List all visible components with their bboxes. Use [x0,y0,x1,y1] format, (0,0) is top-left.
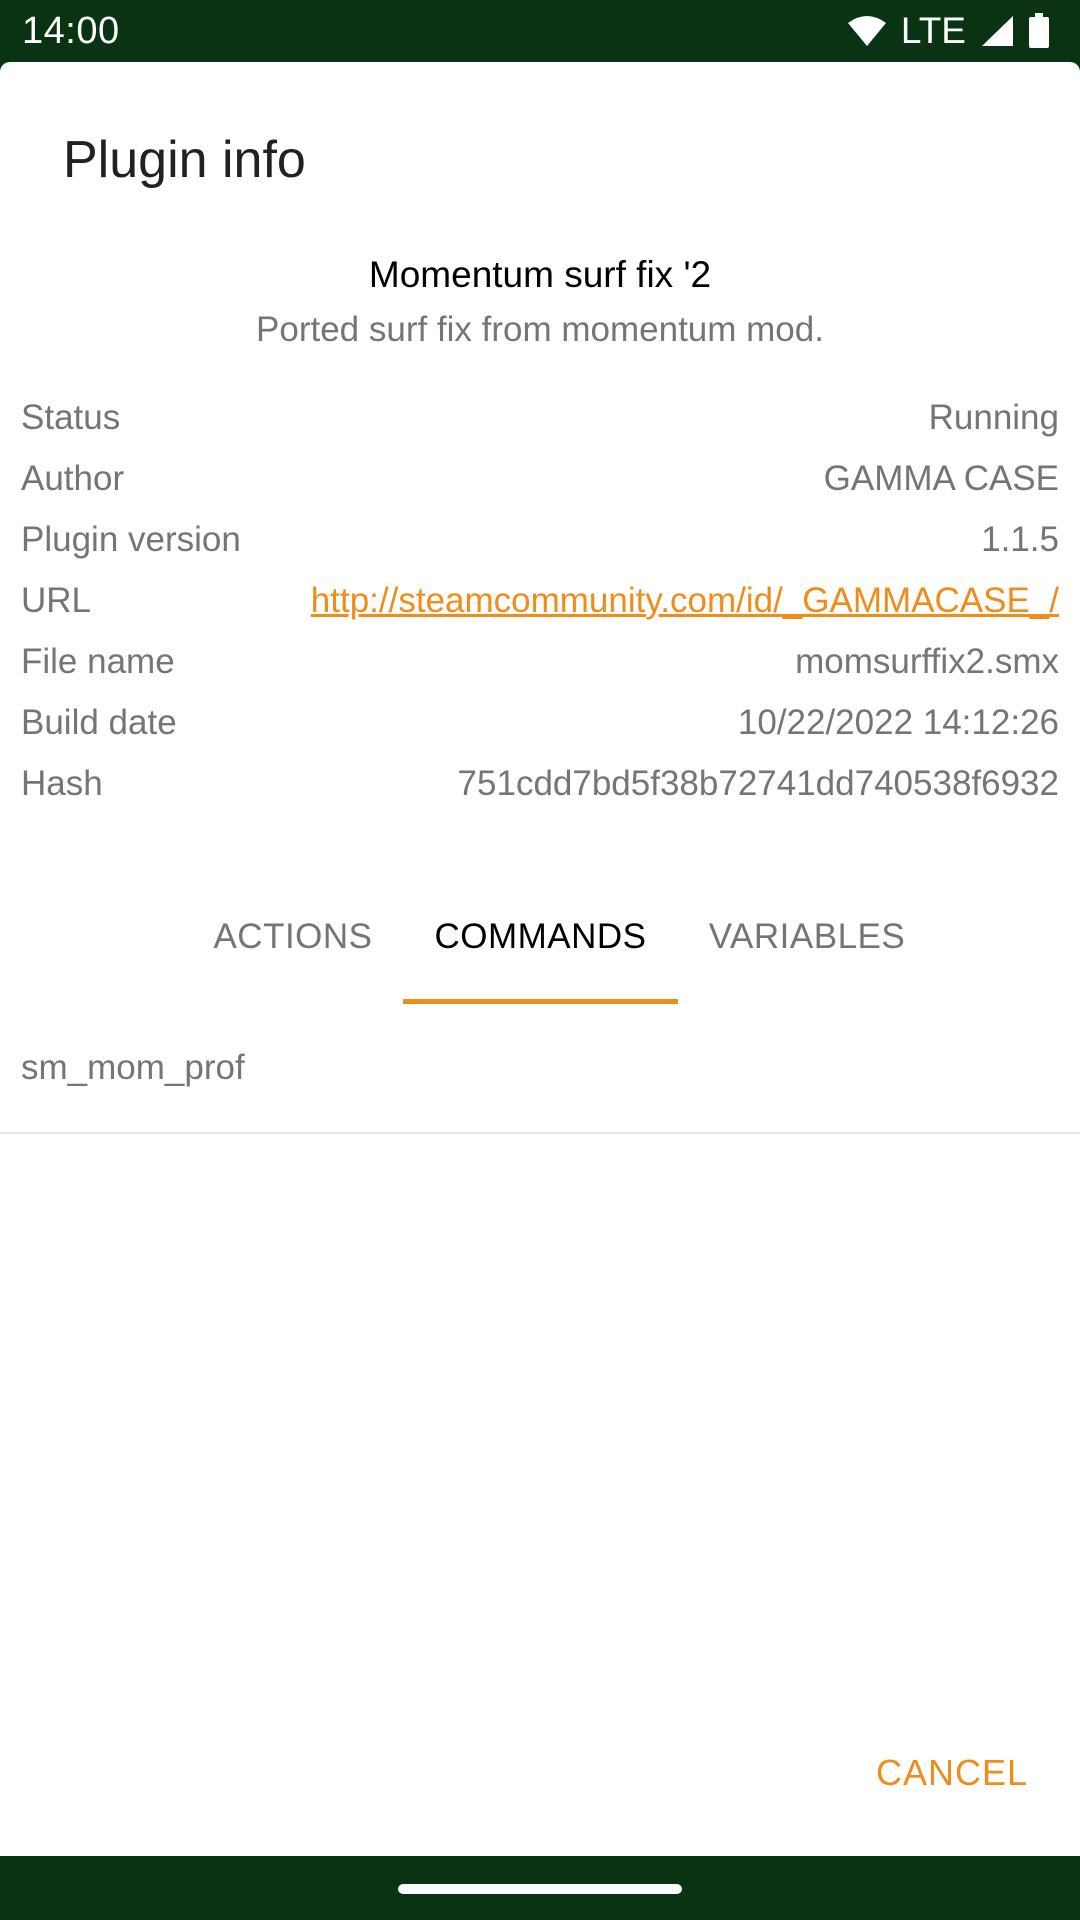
info-row-hash: Hash 751cdd7bd5f38b72741dd740538f6932 [21,753,1059,814]
plugin-description: Ported surf fix from momentum mod. [256,310,824,349]
info-row-file-name: File name momsurffix2.smx [21,631,1059,692]
tab-actions[interactable]: ACTIONS [184,870,402,1004]
status-icons: LTE [847,10,1050,52]
info-label: Author [21,458,125,498]
command-item[interactable]: sm_mom_prof [0,1004,1080,1134]
info-label: Status [21,397,121,437]
home-handle[interactable] [398,1884,682,1894]
plugin-name: Momentum surf fix '2 [368,254,712,295]
info-value: Running [928,397,1059,437]
status-time: 14:00 [22,9,120,52]
info-label: Plugin version [21,519,241,559]
info-value: momsurffix2.smx [795,641,1059,681]
info-row-build-date: Build date 10/22/2022 14:12:26 [21,692,1059,753]
info-value: 10/22/2022 14:12:26 [737,702,1059,742]
info-table: Status Running Author GAMMA CASE Plugin … [21,387,1059,814]
wifi-icon [847,15,887,47]
plugin-info-dialog: Plugin info Momentum surf fix '2 Ported … [0,62,1080,1856]
info-label: File name [21,641,175,681]
network-type: LTE [900,10,966,51]
info-value: 751cdd7bd5f38b72741dd740538f6932 [457,763,1059,803]
info-value: GAMMA CASE [823,458,1059,498]
info-label: URL [21,580,92,620]
tab-variables[interactable]: VARIABLES [678,870,936,1004]
info-row-url: URL http://steamcommunity.com/id/_GAMMAC… [21,570,1059,631]
tab-commands[interactable]: COMMANDS [403,870,678,1004]
info-value: 1.1.5 [981,519,1059,559]
plugin-url-link[interactable]: http://steamcommunity.com/id/_GAMMACASE_… [311,581,1059,621]
navigation-bar [0,1856,1080,1920]
info-row-status: Status Running [21,387,1059,448]
tab-bar: ACTIONS COMMANDS VARIABLES [0,870,1080,1004]
info-label: Hash [21,763,103,803]
info-row-plugin-version: Plugin version 1.1.5 [21,509,1059,570]
info-row-author: Author GAMMA CASE [21,448,1059,509]
dialog-title: Plugin info [63,131,306,189]
battery-icon [1028,13,1050,49]
cancel-button[interactable]: CANCEL [876,1752,1028,1794]
status-bar: 14:00 LTE [0,0,1080,62]
info-label: Build date [21,702,177,742]
signal-icon [980,15,1014,47]
